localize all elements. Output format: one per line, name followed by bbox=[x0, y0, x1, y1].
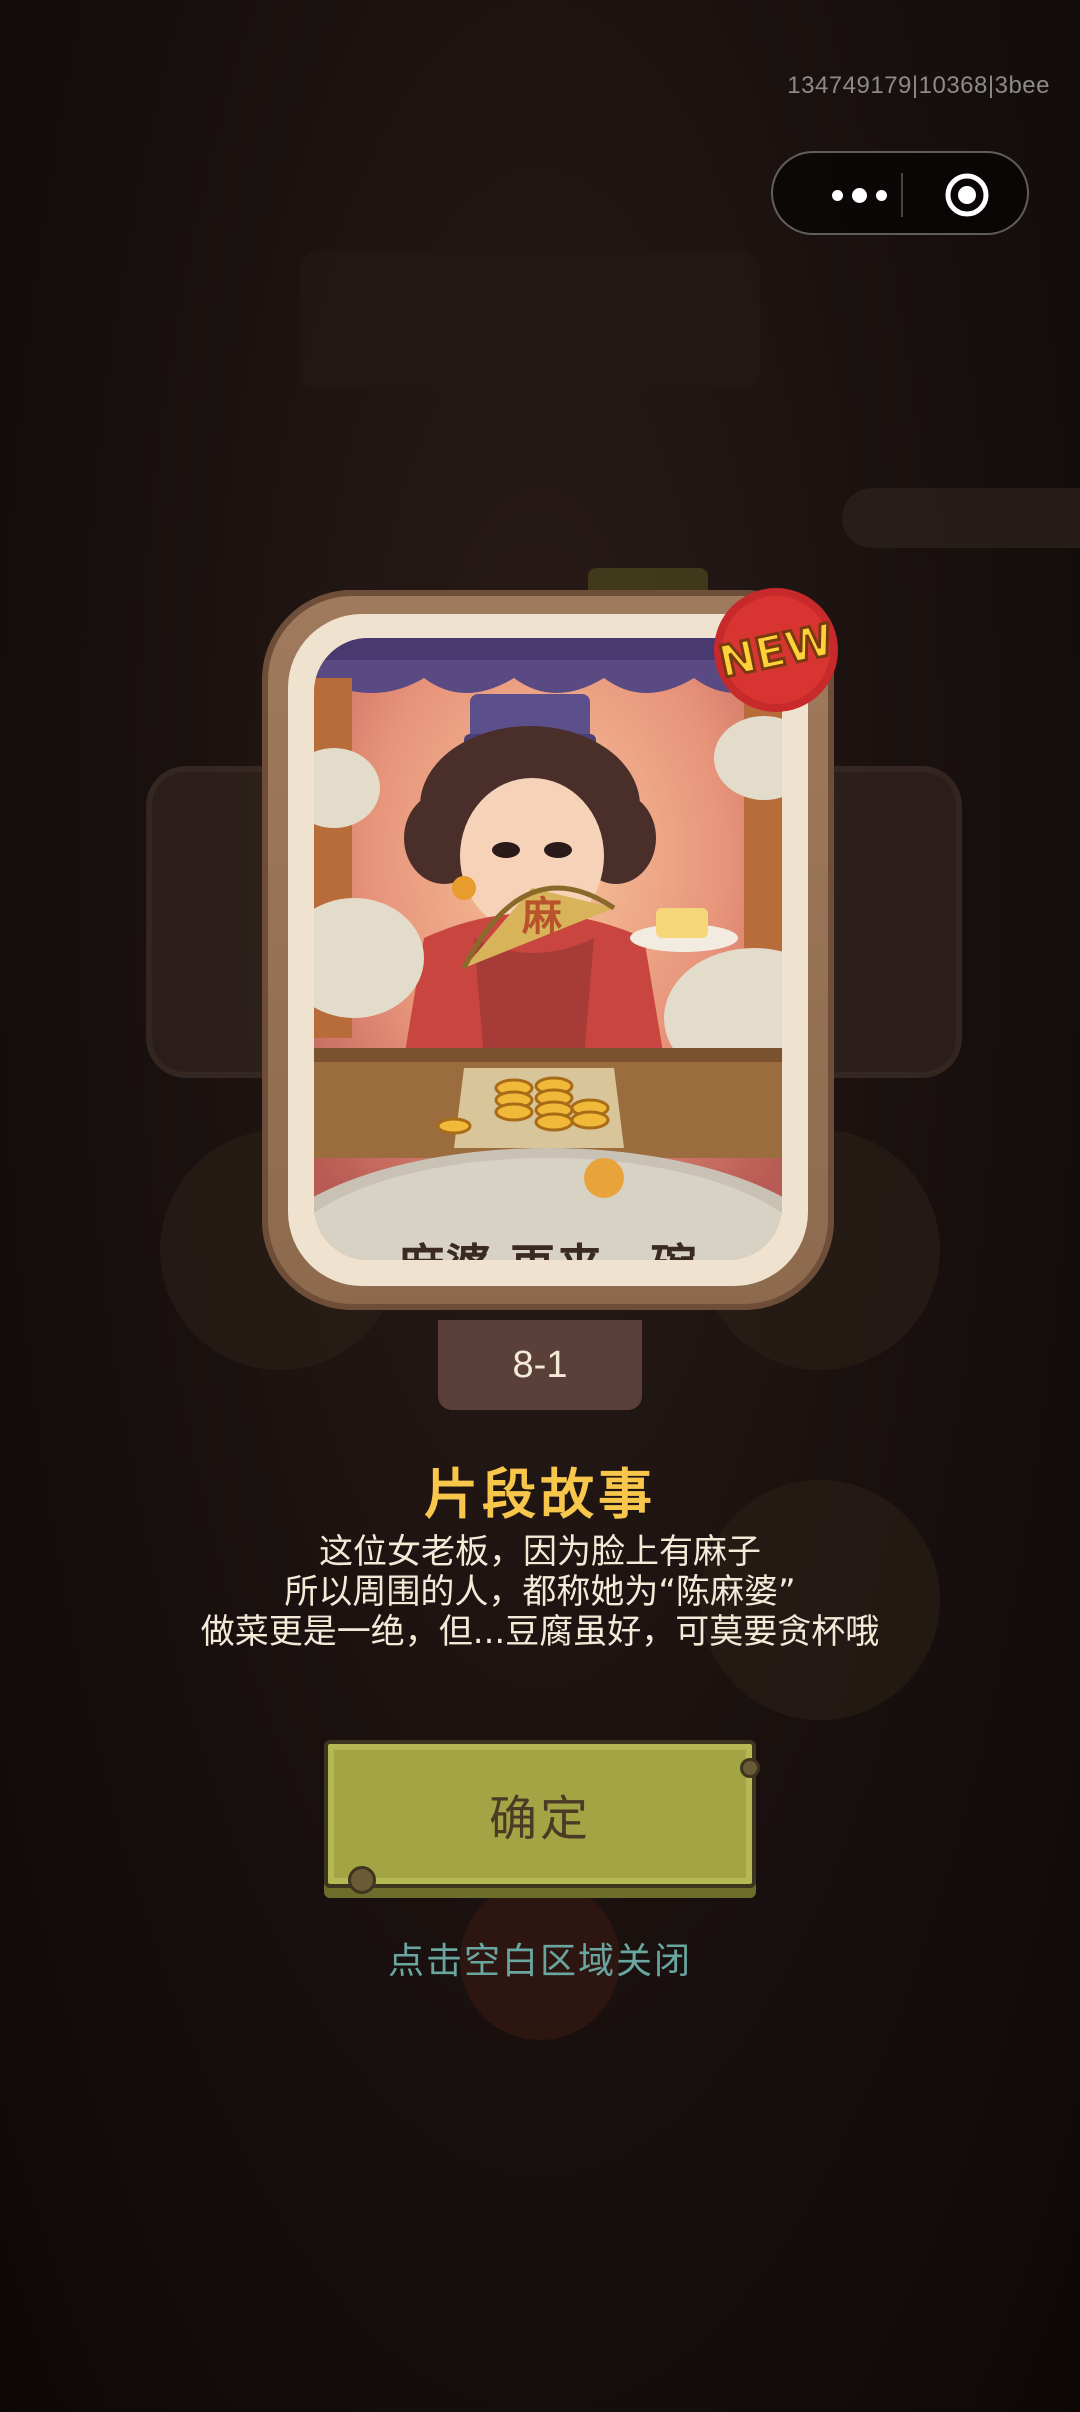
story-line: 做菜更是一绝，但...豆腐虽好，可莫要贪杯哦 bbox=[200, 1612, 880, 1652]
story-line: 所以周围的人，都称她为“陈麻婆” bbox=[284, 1572, 796, 1612]
capsule-menu bbox=[771, 151, 1029, 235]
button-bolt-decoration bbox=[348, 1866, 376, 1894]
story-illustration: 麻 bbox=[314, 638, 782, 1260]
story-heading: 片段故事 bbox=[424, 1463, 656, 1526]
story-line: 这位女老板，因为脸上有麻子 bbox=[319, 1532, 761, 1572]
more-dots-icon[interactable] bbox=[811, 177, 907, 213]
button-bolt-decoration bbox=[740, 1758, 760, 1778]
capsule-divider bbox=[901, 173, 903, 217]
story-description: 这位女老板，因为脸上有麻子 所以周围的人，都称她为“陈麻婆” 做菜更是一绝，但.… bbox=[0, 1532, 1080, 1652]
bg-coin-counter bbox=[842, 488, 1080, 548]
fan-character: 麻 bbox=[522, 894, 562, 940]
new-badge-icon: NEW bbox=[713, 588, 840, 712]
story-card-title: 麻婆 再来一碗 bbox=[314, 1230, 782, 1260]
confirm-button-label: 确定 bbox=[488, 1791, 591, 1847]
level-tag: 8-1 bbox=[438, 1320, 642, 1410]
target-close-icon[interactable] bbox=[943, 171, 991, 219]
confirm-button[interactable]: 确定 bbox=[324, 1740, 760, 1894]
mapo-lady-illustration: 麻 bbox=[314, 638, 782, 1260]
bg-title-panel bbox=[300, 250, 760, 390]
close-hint-text: 点击空白区域关闭 bbox=[387, 1941, 692, 1982]
level-label: 8-1 bbox=[512, 1343, 568, 1386]
debug-id-text: 134749179|10368|3bee bbox=[787, 72, 1050, 99]
